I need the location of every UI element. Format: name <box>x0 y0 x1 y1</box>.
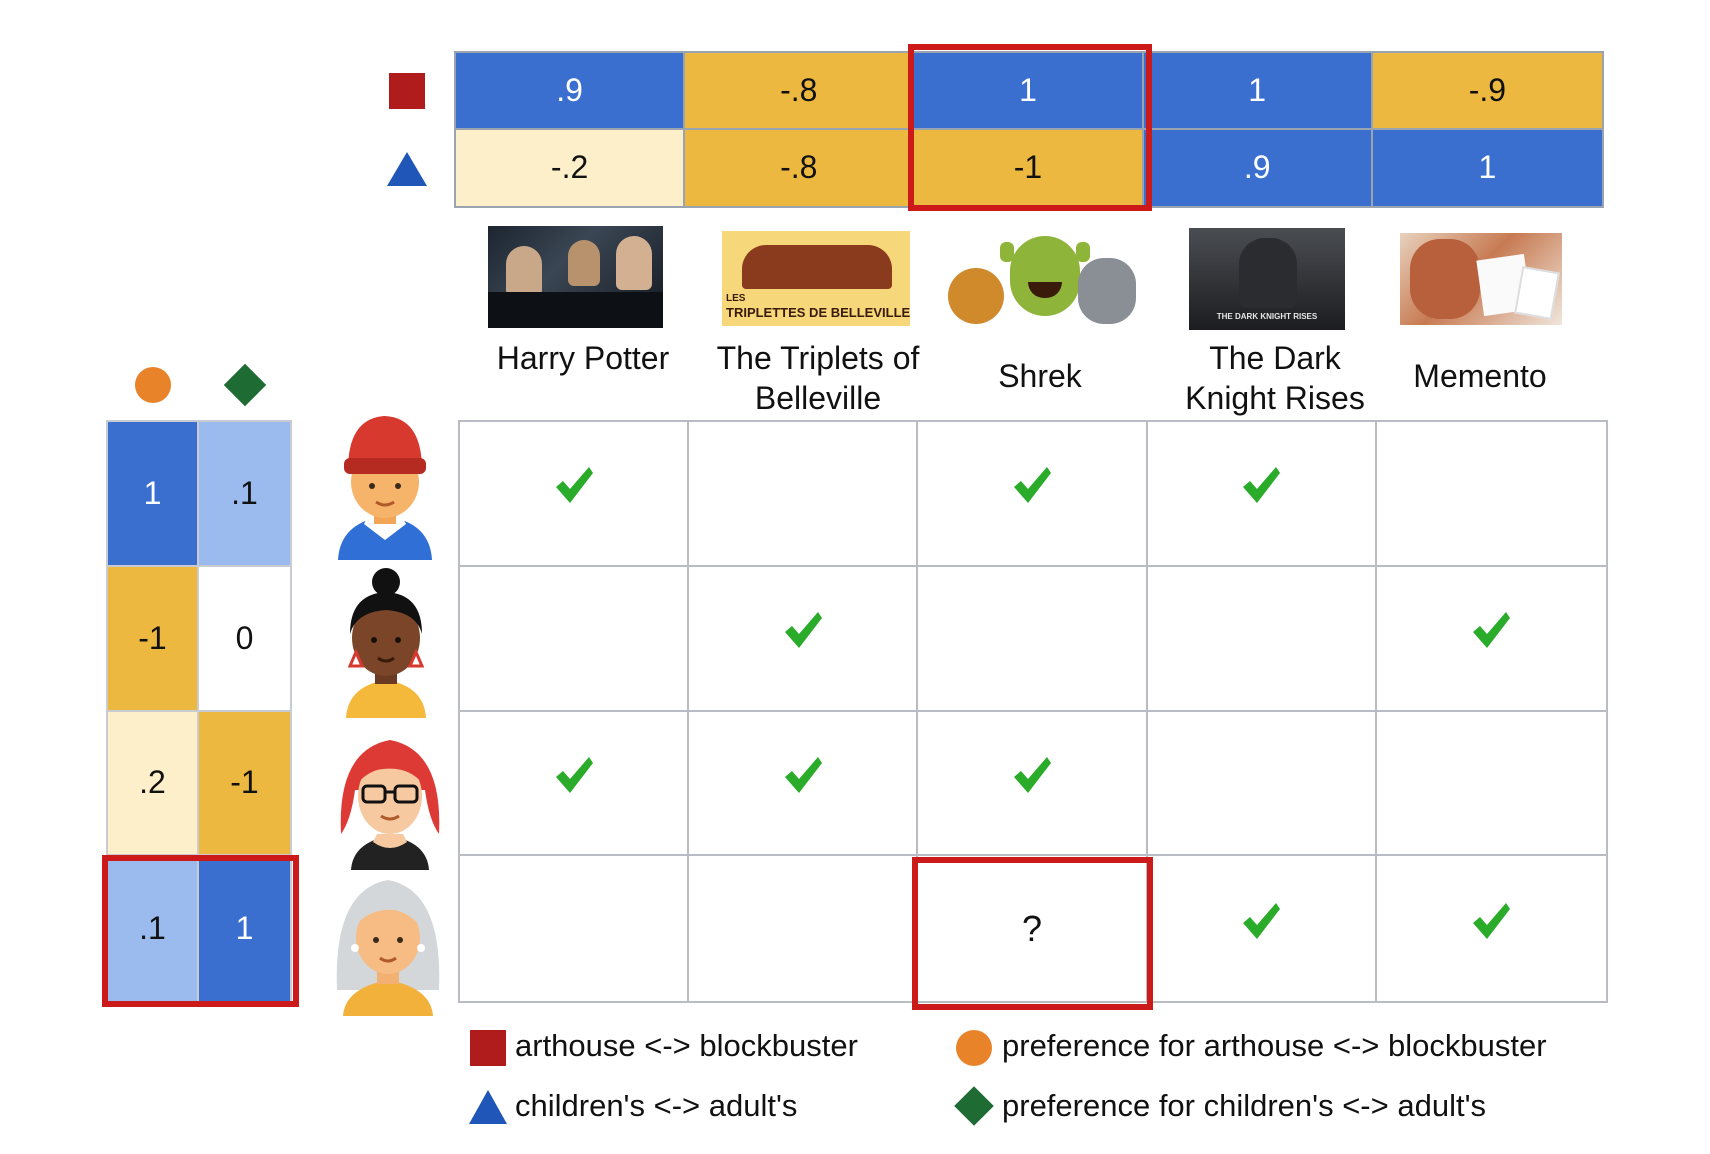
poster-face <box>1410 239 1480 319</box>
movie-factor-cell: .9 <box>1143 129 1373 206</box>
movie-factor-cell: .9 <box>456 53 686 130</box>
checkmark-icon <box>784 612 822 649</box>
legend-diamond-icon <box>954 1086 994 1126</box>
movie-title: Memento <box>1370 356 1590 396</box>
rating-cell[interactable] <box>1147 422 1377 567</box>
rating-cell[interactable] <box>1148 856 1377 1001</box>
checkmark-icon <box>555 756 593 793</box>
checkmark-icon <box>1473 612 1511 649</box>
checkmark-icon <box>1243 902 1281 939</box>
square-factor-icon <box>389 73 425 109</box>
movie-title-line2: Knight Rises <box>1185 380 1365 416</box>
highlight-unknown-rating <box>912 857 1153 1010</box>
avatar-user-2 <box>346 568 426 718</box>
avatar-user-3 <box>340 740 440 870</box>
legend-circle-label: preference for arthouse <-> blockbuster <box>1002 1028 1547 1063</box>
poster-figure <box>506 246 542 296</box>
movie-title-line2: Belleville <box>754 380 882 416</box>
legend-square-icon <box>470 1030 506 1066</box>
movie-title: Shrek <box>930 356 1150 396</box>
rating-cell[interactable] <box>918 422 1148 567</box>
poster-memento <box>1400 233 1562 325</box>
highlight-shrek-factors <box>908 44 1152 211</box>
rating-cell[interactable] <box>689 422 919 567</box>
shrek-face <box>1010 236 1080 316</box>
poster-title-text: TRIPLETTES DE BELLEVILLE <box>726 305 910 320</box>
avatar-user-1 <box>338 416 432 560</box>
rating-cell[interactable] <box>918 711 1148 857</box>
poster-robes <box>488 292 663 328</box>
rating-cell[interactable] <box>1376 567 1606 712</box>
user-factor-cell: -1 <box>108 566 199 712</box>
rating-cell[interactable] <box>689 566 919 712</box>
legend-square-label: arthouse <-> blockbuster <box>515 1028 858 1063</box>
circle-factor-icon <box>135 367 171 403</box>
poster-figure <box>568 240 600 286</box>
checkmark-icon <box>1013 756 1051 793</box>
poster-triplets-of-belleville: LES TRIPLETTES DE BELLEVILLE <box>722 231 910 326</box>
rating-cell[interactable] <box>1147 711 1377 857</box>
checkmark-icon <box>1013 467 1051 504</box>
checkmark-icon <box>1243 467 1281 504</box>
movie-factor-cell: -.8 <box>685 129 915 206</box>
rating-cell[interactable] <box>460 711 690 857</box>
movie-factor-cell: 1 <box>1143 53 1373 130</box>
poster-figure <box>1239 238 1297 308</box>
rating-cell[interactable] <box>1377 856 1606 1001</box>
rating-cell[interactable] <box>689 711 919 857</box>
movie-title-line1: Shrek <box>998 358 1082 394</box>
rating-cell[interactable] <box>1376 712 1606 857</box>
movie-title: Harry Potter <box>473 338 693 378</box>
legend-triangle-icon <box>469 1090 507 1124</box>
checkmark-icon <box>555 467 593 504</box>
poster-dark-knight-rises: THE DARK KNIGHT RISES <box>1189 228 1345 330</box>
user-factor-cell: .2 <box>108 711 199 857</box>
puss <box>948 268 1004 324</box>
checkmark-icon <box>784 756 822 793</box>
movie-title-line1: The Triplets of <box>716 340 920 376</box>
poster-small-text: LES <box>726 293 746 304</box>
rating-cell[interactable] <box>460 422 690 567</box>
legend-diamond-label: preference for children's <-> adult's <box>1002 1088 1486 1123</box>
legend-triangle-label: children's <-> adult's <box>515 1088 798 1123</box>
rating-cell[interactable] <box>1147 566 1377 712</box>
poster-shrek <box>940 228 1145 334</box>
poster-harry-potter <box>488 226 663 328</box>
checkmark-icon <box>1473 902 1511 939</box>
rating-cell[interactable] <box>1376 422 1606 567</box>
user-factor-cell: 0 <box>199 566 290 712</box>
poster-photo <box>1514 266 1560 320</box>
movie-title: The Triplets of Belleville <box>708 338 928 418</box>
legend-circle-icon <box>956 1030 992 1066</box>
user-factor-cell: .1 <box>199 422 290 567</box>
donkey <box>1078 258 1136 324</box>
movie-title-line1: Memento <box>1413 358 1547 394</box>
user-factor-cell: -1 <box>199 711 290 857</box>
poster-bicycle-scene <box>742 245 892 289</box>
triangle-factor-icon <box>387 152 427 186</box>
user-factor-cell: 1 <box>108 422 199 567</box>
movie-title-line1: The Dark <box>1209 340 1341 376</box>
highlight-user4-factors <box>102 855 299 1007</box>
avatar-user-4 <box>336 880 440 1016</box>
rating-cell[interactable] <box>460 856 690 1001</box>
rating-cell[interactable] <box>689 856 919 1001</box>
poster-figure <box>616 236 652 290</box>
movie-factor-cell: -.2 <box>456 129 686 206</box>
movie-title: The Dark Knight Rises <box>1165 338 1385 418</box>
movie-factor-cell: -.8 <box>685 53 915 130</box>
movie-factor-cell: -.9 <box>1372 53 1602 130</box>
movie-title-line1: Harry Potter <box>496 340 670 376</box>
movie-factor-cell: 1 <box>1372 129 1602 206</box>
diamond-factor-icon <box>223 363 267 407</box>
shrek-ear-right <box>1076 242 1090 262</box>
rating-cell[interactable] <box>918 566 1148 712</box>
poster-title-text: THE DARK KNIGHT RISES <box>1216 312 1318 321</box>
shrek-ear-left <box>1000 242 1014 262</box>
rating-cell[interactable] <box>460 566 690 712</box>
